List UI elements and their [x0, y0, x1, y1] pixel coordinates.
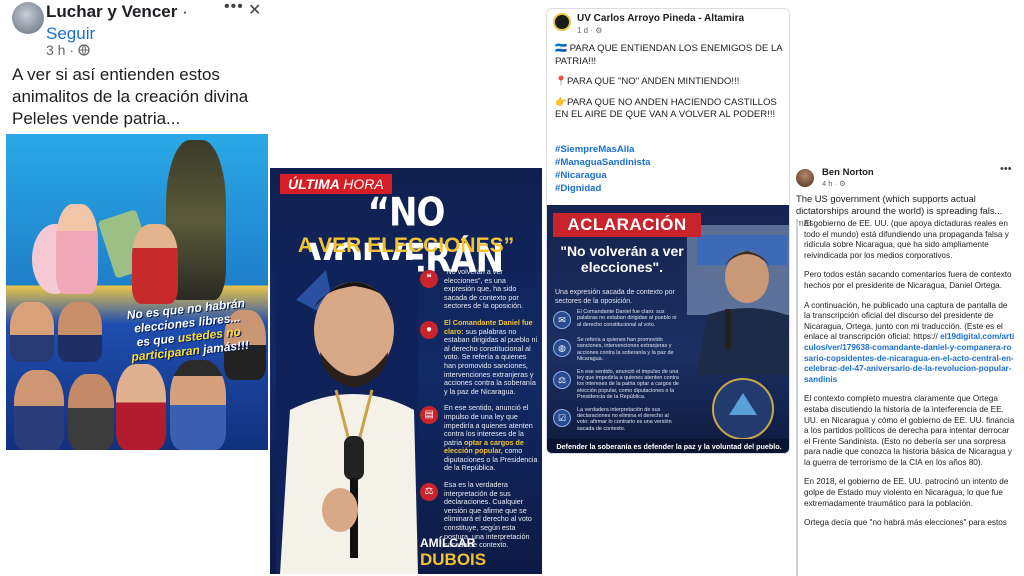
author-name[interactable]: UV Carlos Arroyo Pineda - Altamira: [577, 13, 744, 24]
post-text-line: Peleles vende patria...: [12, 109, 181, 128]
collage: Luchar y Vencer · ••• ✕ Seguir 3 h · A v…: [0, 0, 1024, 576]
figure-crowd-1: [10, 302, 54, 362]
list-item: ◍ Se refería a quienes han promovido san…: [553, 337, 679, 363]
headline-line-2: A VER ELECCIONES”: [297, 234, 515, 257]
speaker-photo: [276, 260, 418, 574]
chat-icon: ✉: [553, 311, 571, 329]
paragraph: Pero todos están sacando comentarios fue…: [804, 270, 1012, 290]
post-text-line: 👉PARA QUE NO ANDEN HACIENDO CASTILLOS EN…: [555, 96, 777, 121]
figure-crowd-6: [170, 360, 226, 450]
post-image-aclaracion[interactable]: ACLARACIÓN "No volverán a ver elecciones…: [547, 205, 789, 453]
post-text-line: 📍PARA QUE "NO" ANDEN MINTIENDO!!!: [555, 76, 740, 87]
avatar[interactable]: [553, 13, 571, 31]
hashtag-list: #SiempreMasAlla #ManaguaSandinista #Nica…: [555, 143, 650, 195]
person-icon: ●: [420, 320, 438, 339]
explanation-list: ❝ “No volverán a ver elecciones”, es una…: [418, 267, 538, 558]
figure-crowd-2: [58, 302, 102, 362]
list-item: ❝ “No volverán a ver elecciones”, es una…: [418, 267, 538, 311]
hashtag-link[interactable]: #SiempreMasAlla: [555, 143, 650, 156]
post-text-line: A ver si así entienden estos: [12, 65, 220, 84]
list-item: ✉ El Comandante Daniel fue claro: sus pa…: [553, 309, 679, 331]
paragraph: El gobierno de EE. UU. (que apoya dictad…: [804, 219, 1009, 260]
post-image-caricature[interactable]: No es que no habrán elecciones libres...…: [6, 134, 268, 450]
facebook-post-luchar-y-vencer: Luchar y Vencer · ••• ✕ Seguir 3 h · A v…: [0, 0, 270, 460]
list-item: ☑ La verdadera interpretación de sus dec…: [553, 407, 679, 433]
globe-icon: ◍: [553, 339, 571, 357]
signature-last-name: DUBOIS: [420, 550, 487, 569]
post-timestamp[interactable]: 1 d · ⚙: [577, 26, 602, 35]
facebook-post-ben-norton: Ben Norton 4 h · ⚙ ••• The US government…: [792, 163, 1020, 576]
figure-man-pink: [56, 204, 98, 294]
author-name[interactable]: Ben Norton: [822, 167, 874, 178]
scales-icon: ⚖: [553, 370, 571, 389]
figure-crowd-3: [14, 370, 64, 450]
quote-heading: "No volverán a ver elecciones".: [560, 243, 684, 275]
list-item: ⚖ En ese sentido, anunció el impulso de …: [553, 369, 679, 401]
post-text-line: animalitos de la creación divina: [12, 87, 249, 106]
image-footer: Defender la soberanía es defender la paz…: [547, 439, 789, 453]
quoted-translation: El gobierno de EE. UU. (que apoya dictad…: [796, 219, 1016, 576]
figure-crowd-5: [116, 364, 166, 450]
post-text: A ver si así entienden estos animalitos …: [12, 64, 262, 130]
figure-man-red: [132, 224, 178, 304]
document-icon: ▤: [420, 406, 438, 425]
explanation-list: ✉ El Comandante Daniel fue claro: sus pa…: [553, 309, 679, 438]
signature-first-name: AMÍLCAR: [420, 536, 476, 550]
post-timestamp[interactable]: 3 h ·: [46, 42, 90, 58]
list-item: ▤ En ese sentido, anunció el impulso de …: [418, 403, 538, 473]
list-item: ● El Comandante Daniel fue claro: sus pa…: [418, 318, 538, 396]
facebook-post-uv-carlos-arroyo: UV Carlos Arroyo Pineda - Altamira 1 d ·…: [546, 8, 790, 454]
post-timestamp[interactable]: 4 h · ⚙: [822, 179, 846, 188]
quote-subtitle: Una expresión sacada de contexto por sec…: [555, 289, 675, 305]
paragraph: Ortega decía que "no habrá más eleccione…: [804, 518, 1007, 528]
avatar[interactable]: [12, 2, 44, 34]
globe-icon: [78, 44, 90, 56]
more-horizontal-icon[interactable]: •••: [224, 0, 244, 16]
follow-button[interactable]: Seguir: [46, 24, 95, 44]
ballot-icon: ☑: [553, 408, 571, 427]
paragraph: A continuación, he publicado una captura…: [804, 300, 1015, 384]
hashtag-link[interactable]: #Nicaragua: [555, 169, 650, 182]
post-header: Luchar y Vencer · ••• ✕ Seguir 3 h ·: [10, 0, 265, 60]
more-horizontal-icon[interactable]: •••: [1000, 163, 1012, 175]
paragraph: En 2018, el gobierno de EE. UU. patrocin…: [804, 477, 1009, 508]
hashtag-link[interactable]: #Dignidad: [555, 182, 650, 195]
paragraph: El contexto completo muestra claramente …: [804, 394, 1015, 467]
close-icon[interactable]: ✕: [248, 0, 261, 20]
graphic-no-volveran[interactable]: ÚLTIMA HORA “NO VOLVERÁN A VER ELECCIONE…: [270, 168, 542, 574]
avatar[interactable]: [796, 169, 814, 187]
figure-crowd-4: [68, 374, 114, 450]
scales-icon: ⚖: [420, 483, 438, 502]
post-text: 🇳🇮 PARA QUE ENTIENDAN LOS ENEMIGOS DE LA…: [555, 43, 785, 130]
quote-icon: ❝: [420, 270, 438, 288]
aclaracion-banner: ACLARACIÓN: [553, 213, 701, 237]
author-name[interactable]: Luchar y Vencer ·: [46, 2, 188, 22]
post-text-line: 🇳🇮 PARA QUE ENTIENDAN LOS ENEMIGOS DE LA…: [555, 43, 783, 67]
hashtag-link[interactable]: #ManaguaSandinista: [555, 156, 650, 169]
